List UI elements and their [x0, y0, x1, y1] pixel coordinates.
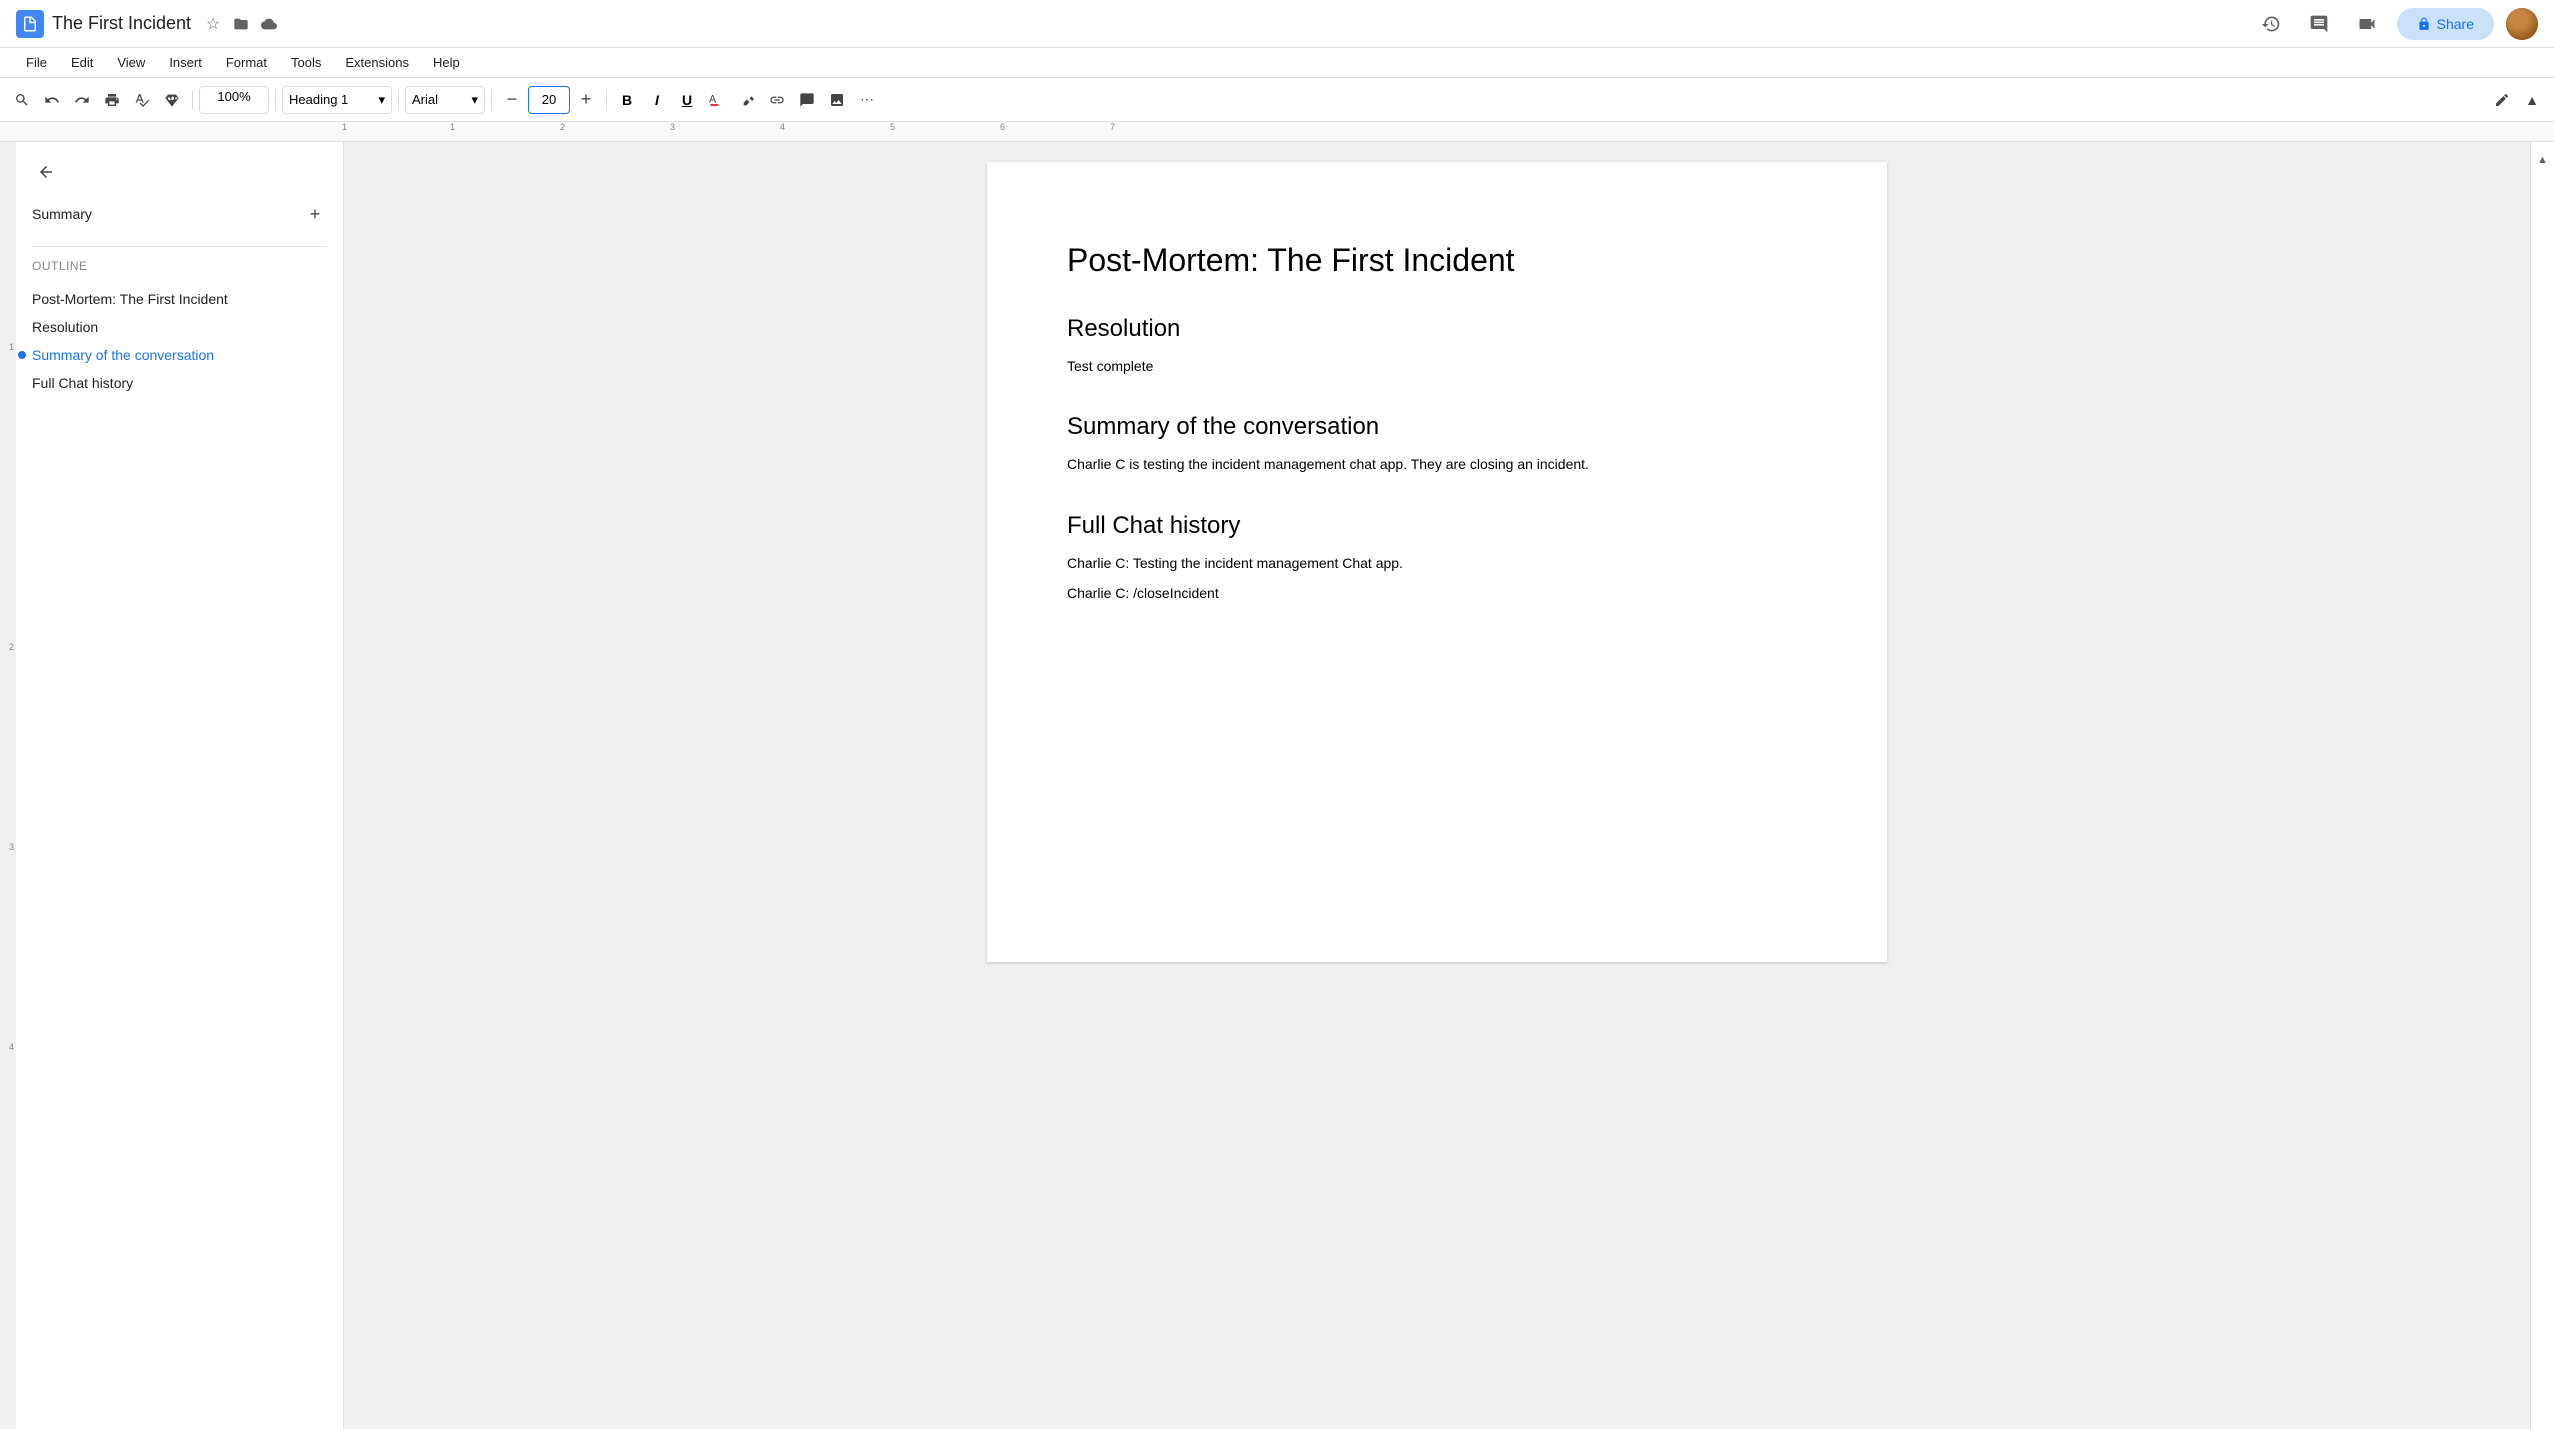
print-icon[interactable]	[98, 86, 126, 114]
document-heading-1[interactable]: Post-Mortem: The First Incident	[1067, 242, 1807, 279]
bold-button[interactable]: B	[613, 86, 641, 114]
document-area[interactable]: Post-Mortem: The First Incident Resoluti…	[344, 142, 2530, 1429]
main-area: 1 2 3 4 Summary + Outline Post-Mortem: T…	[0, 142, 2554, 1429]
section-heading-chat[interactable]: Full Chat history	[1067, 512, 1807, 540]
menu-view[interactable]: View	[107, 51, 155, 74]
outline-item-0[interactable]: Post-Mortem: The First Incident	[32, 285, 327, 313]
menu-bar: File Edit View Insert Format Tools Exten…	[0, 48, 2554, 78]
toolbar-divider-4	[491, 90, 492, 110]
title-bar: The First Incident ☆ Share	[0, 0, 2554, 48]
highlight-icon[interactable]	[733, 86, 761, 114]
right-panel: ▲	[2530, 142, 2554, 1429]
zoom-select[interactable]: 100%	[199, 86, 269, 114]
sidebar-divider	[32, 246, 327, 247]
more-options-icon[interactable]: ⋯	[853, 86, 881, 114]
cloud-icon[interactable]	[259, 14, 279, 34]
menu-tools[interactable]: Tools	[281, 51, 331, 74]
ruler: 1 1 2 3 4 5 6 7	[0, 122, 2554, 142]
font-size-decrease[interactable]: −	[498, 86, 526, 114]
spellcheck-icon[interactable]	[128, 86, 156, 114]
menu-edit[interactable]: Edit	[61, 51, 103, 74]
menu-file[interactable]: File	[16, 51, 57, 74]
paint-format-icon[interactable]	[158, 86, 186, 114]
outline-item-2[interactable]: Summary of the conversation	[32, 341, 327, 369]
header-right: Share	[2253, 6, 2538, 42]
text-color-icon[interactable]: A	[703, 86, 731, 114]
underline-button[interactable]: U	[673, 86, 701, 114]
toolbar-divider-5	[606, 90, 607, 110]
sidebar-summary-row: Summary +	[32, 202, 327, 226]
sidebar-back-button[interactable]	[32, 158, 60, 186]
section-heading-summary[interactable]: Summary of the conversation	[1067, 413, 1807, 441]
link-icon[interactable]	[763, 86, 791, 114]
style-select[interactable]: Heading 1 ▾	[282, 86, 392, 114]
outline-active-indicator	[18, 351, 26, 359]
font-size-input[interactable]: 20	[528, 86, 570, 114]
font-size-increase[interactable]: +	[572, 86, 600, 114]
sidebar-add-button[interactable]: +	[303, 202, 327, 226]
comment-icon[interactable]	[793, 86, 821, 114]
search-icon[interactable]	[8, 86, 36, 114]
toolbar-divider-1	[192, 90, 193, 110]
star-icon[interactable]: ☆	[203, 14, 223, 34]
menu-insert[interactable]: Insert	[159, 51, 212, 74]
share-button[interactable]: Share	[2397, 8, 2494, 40]
title-actions: ☆	[203, 14, 279, 34]
image-icon[interactable]	[823, 86, 851, 114]
section-body-chat-line1[interactable]: Charlie C: Testing the incident manageme…	[1067, 552, 1807, 574]
section-body-resolution[interactable]: Test complete	[1067, 355, 1807, 377]
undo-icon[interactable]	[38, 86, 66, 114]
outline-item-1[interactable]: Resolution	[32, 313, 327, 341]
edit-mode-icon[interactable]	[2488, 86, 2516, 114]
sidebar-summary-label: Summary	[32, 206, 92, 222]
collapse-toolbar-icon[interactable]: ▲	[2518, 86, 2546, 114]
app-icon	[16, 10, 44, 38]
sidebar: Summary + Outline Post-Mortem: The First…	[16, 142, 344, 1429]
section-body-summary[interactable]: Charlie C is testing the incident manage…	[1067, 453, 1807, 475]
history-icon[interactable]	[2253, 6, 2289, 42]
folder-icon[interactable]	[231, 14, 251, 34]
font-select[interactable]: Arial ▾	[405, 86, 485, 114]
sidebar-outline-label: Outline	[32, 259, 327, 273]
section-body-chat-line2[interactable]: Charlie C: /closeIncident	[1067, 582, 1807, 604]
toolbar: 100% Heading 1 ▾ Arial ▾ − 20 + B I U A …	[0, 78, 2554, 122]
collapse-right-icon[interactable]: ▲	[2533, 150, 2553, 170]
italic-button[interactable]: I	[643, 86, 671, 114]
left-margin: 1 2 3 4	[0, 142, 16, 1429]
menu-format[interactable]: Format	[216, 51, 277, 74]
redo-icon[interactable]	[68, 86, 96, 114]
svg-text:A: A	[709, 93, 717, 105]
toolbar-divider-2	[275, 90, 276, 110]
document-page[interactable]: Post-Mortem: The First Incident Resoluti…	[987, 162, 1887, 962]
section-heading-resolution[interactable]: Resolution	[1067, 315, 1807, 343]
menu-extensions[interactable]: Extensions	[335, 51, 419, 74]
comments-icon[interactable]	[2301, 6, 2337, 42]
outline-item-3[interactable]: Full Chat history	[32, 369, 327, 397]
avatar[interactable]	[2506, 8, 2538, 40]
menu-help[interactable]: Help	[423, 51, 470, 74]
video-icon[interactable]	[2349, 6, 2385, 42]
toolbar-divider-3	[398, 90, 399, 110]
document-title: The First Incident	[52, 13, 191, 34]
